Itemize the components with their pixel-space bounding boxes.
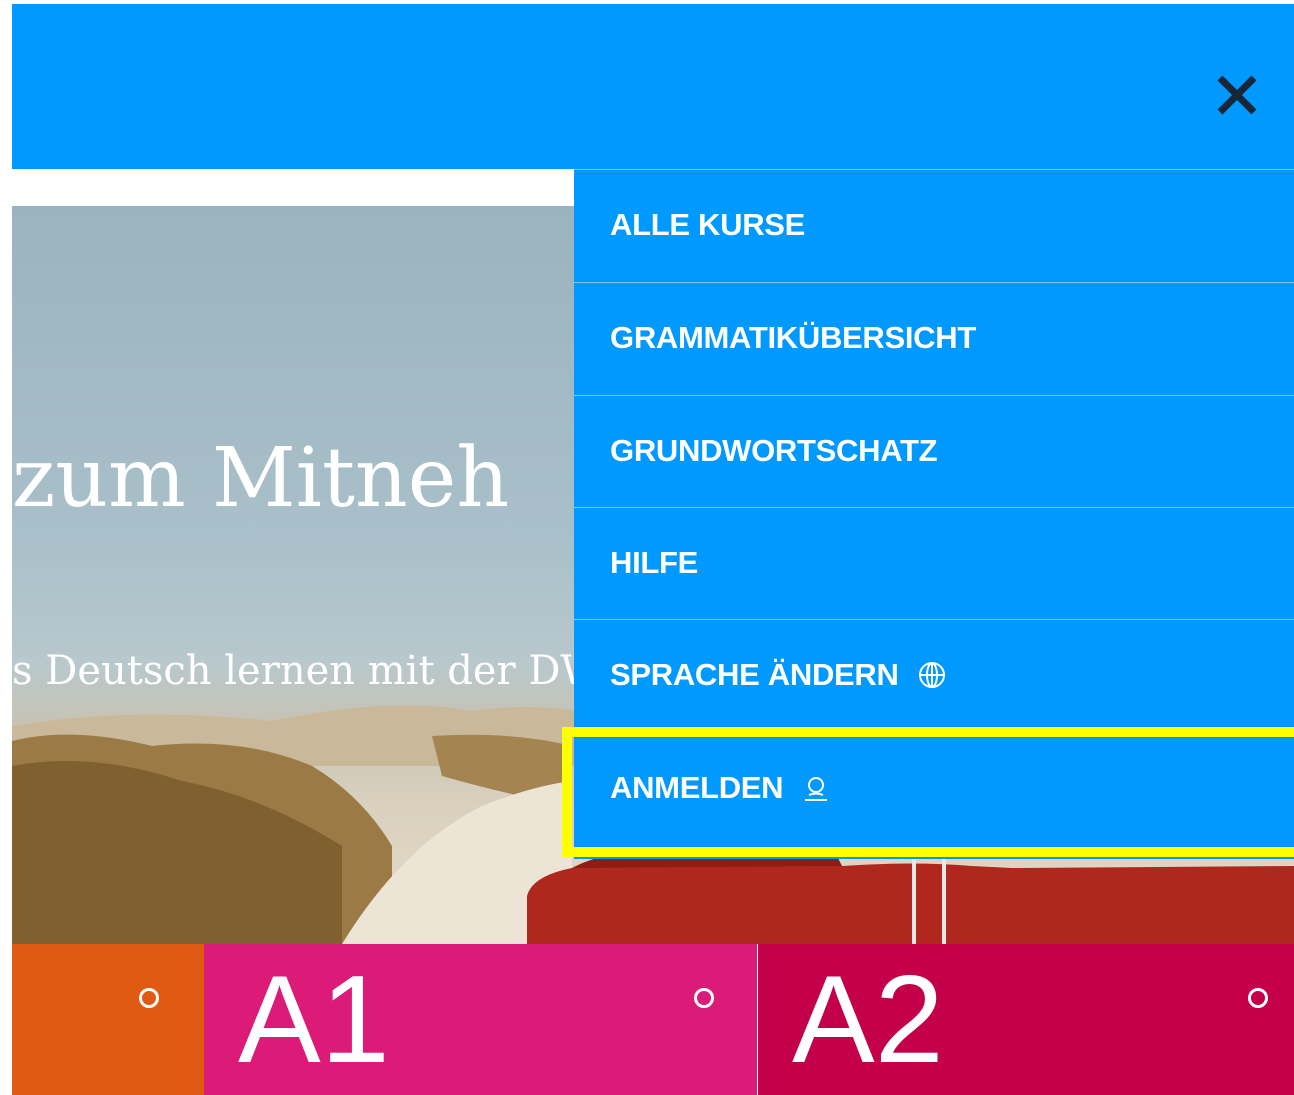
menu-item-hilfe[interactable]: HILFE (574, 507, 1294, 618)
level-status-indicator (139, 988, 159, 1008)
menu-item-sprache-aendern[interactable]: SPRACHE ÄNDERN (574, 619, 1294, 730)
level-status-indicator (694, 988, 714, 1008)
nav-dropdown-menu: ALLE KURSE GRAMMATIKÜBERSICHT GRUNDWORTS… (574, 169, 1294, 859)
close-menu-button[interactable] (1208, 66, 1266, 124)
course-levels: A1 A2 (12, 944, 1294, 1095)
menu-item-label: GRAMMATIKÜBERSICHT (610, 320, 976, 355)
menu-item-label: GRUNDWORTSCHATZ (610, 433, 938, 468)
menu-item-grundwortschatz[interactable]: GRUNDWORTSCHATZ (574, 395, 1294, 506)
menu-item-label: SPRACHE ÄNDERN (610, 657, 899, 692)
user-icon (805, 777, 828, 801)
menu-item-grammatikuebersicht[interactable]: GRAMMATIKÜBERSICHT (574, 282, 1294, 393)
hero-title: zum Mitneh (12, 431, 510, 526)
globe-icon (918, 662, 945, 688)
menu-item-label: ALLE KURSE (610, 207, 806, 242)
level-card-a2[interactable]: A2 (758, 944, 1294, 1095)
hero-subtitle: s Deutsch lernen mit der DW (12, 648, 602, 694)
menu-item-label: HILFE (610, 545, 699, 580)
menu-item-anmelden[interactable]: ANMELDEN (574, 732, 1294, 843)
level-label: A2 (792, 951, 944, 1089)
level-label: A1 (238, 951, 390, 1089)
top-header (12, 4, 1294, 169)
menu-item-alle-kurse[interactable]: ALLE KURSE (574, 169, 1294, 280)
level-status-indicator (1248, 988, 1268, 1008)
level-card-previous[interactable] (12, 944, 204, 1095)
close-icon (1217, 75, 1257, 115)
level-card-a1[interactable]: A1 (204, 944, 757, 1095)
menu-item-label: ANMELDEN (610, 770, 784, 805)
